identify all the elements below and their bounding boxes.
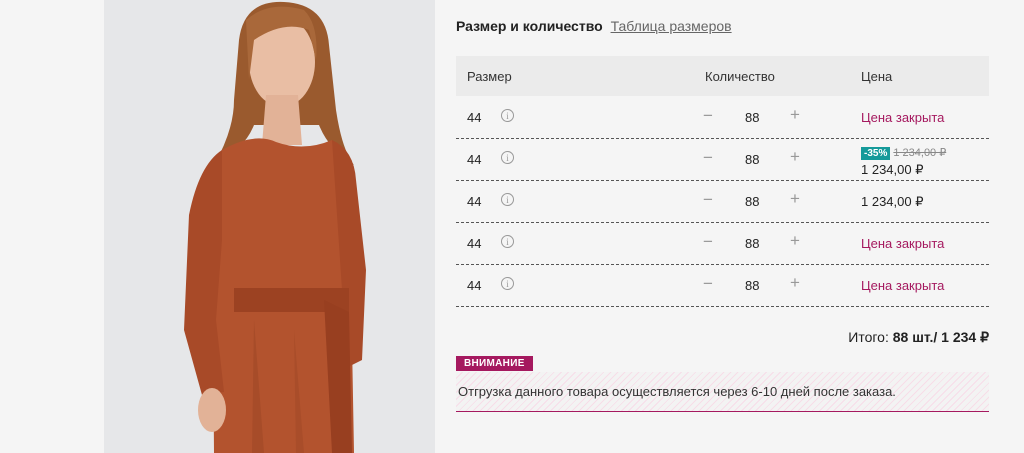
plus-icon[interactable]: + <box>790 273 800 293</box>
minus-icon[interactable]: − <box>703 106 713 126</box>
minus-icon[interactable]: − <box>703 148 713 168</box>
row-price: 1 234,00 ₽ <box>861 194 924 209</box>
row-quantity[interactable]: 88 <box>745 110 759 125</box>
row-price: Цена закрыта <box>861 278 945 293</box>
row-size: 44 <box>467 278 482 293</box>
row-quantity[interactable]: 88 <box>745 152 759 167</box>
size-chart-link[interactable]: Таблица размеров <box>611 18 732 34</box>
column-header-quantity: Количество <box>705 69 775 84</box>
section-heading: Размер и количество Таблица размеров <box>456 18 732 34</box>
table-row: 44 i − 88 + Цена закрыта <box>456 264 989 307</box>
old-price: 1 234,00 ₽ <box>893 147 947 159</box>
minus-icon[interactable]: − <box>703 190 713 210</box>
row-size: 44 <box>467 194 482 209</box>
plus-icon[interactable]: + <box>790 189 800 209</box>
minus-icon[interactable]: − <box>703 274 713 294</box>
plus-icon[interactable]: + <box>790 231 800 251</box>
info-circle-icon[interactable]: i <box>501 109 514 122</box>
table-row: 44 i − 88 + 1 234,00 ₽ <box>456 180 989 223</box>
discount-line: -35% 1 234,00 ₽ <box>861 146 946 160</box>
table-header: Размер Количество Цена <box>456 56 989 96</box>
minus-icon[interactable]: − <box>703 232 713 252</box>
row-size: 44 <box>467 236 482 251</box>
notice-label: ВНИМАНИЕ <box>456 356 533 371</box>
row-price: Цена закрыта <box>861 110 945 125</box>
total-value: 88 шт./ 1 234 ₽ <box>892 329 989 345</box>
row-size: 44 <box>467 152 482 167</box>
row-quantity[interactable]: 88 <box>745 236 759 251</box>
column-header-size: Размер <box>467 69 512 84</box>
product-photo <box>104 0 435 453</box>
order-total: Итого: 88 шт./ 1 234 ₽ <box>848 329 989 346</box>
row-quantity[interactable]: 88 <box>745 194 759 209</box>
row-size: 44 <box>467 110 482 125</box>
total-label: Итого: <box>848 329 889 345</box>
notice-box: Отгрузка данного товара осуществляется ч… <box>456 372 989 412</box>
notice-text: Отгрузка данного товара осуществляется ч… <box>458 384 896 399</box>
section-title: Размер и количество <box>456 18 603 34</box>
plus-icon[interactable]: + <box>790 147 800 167</box>
table-row: 44 i − 88 + Цена закрыта <box>456 96 989 139</box>
info-circle-icon[interactable]: i <box>501 151 514 164</box>
table-row: 44 i − 88 + -35% 1 234,00 ₽ 1 234,00 ₽ <box>456 138 989 181</box>
info-circle-icon[interactable]: i <box>501 193 514 206</box>
row-price: 1 234,00 ₽ <box>861 162 924 177</box>
row-price: Цена закрыта <box>861 236 945 251</box>
table-row: 44 i − 88 + Цена закрыта <box>456 222 989 265</box>
discount-badge: -35% <box>861 147 891 160</box>
column-header-price: Цена <box>861 69 893 84</box>
row-quantity[interactable]: 88 <box>745 278 759 293</box>
info-circle-icon[interactable]: i <box>501 235 514 248</box>
plus-icon[interactable]: + <box>790 105 800 125</box>
info-circle-icon[interactable]: i <box>501 277 514 290</box>
